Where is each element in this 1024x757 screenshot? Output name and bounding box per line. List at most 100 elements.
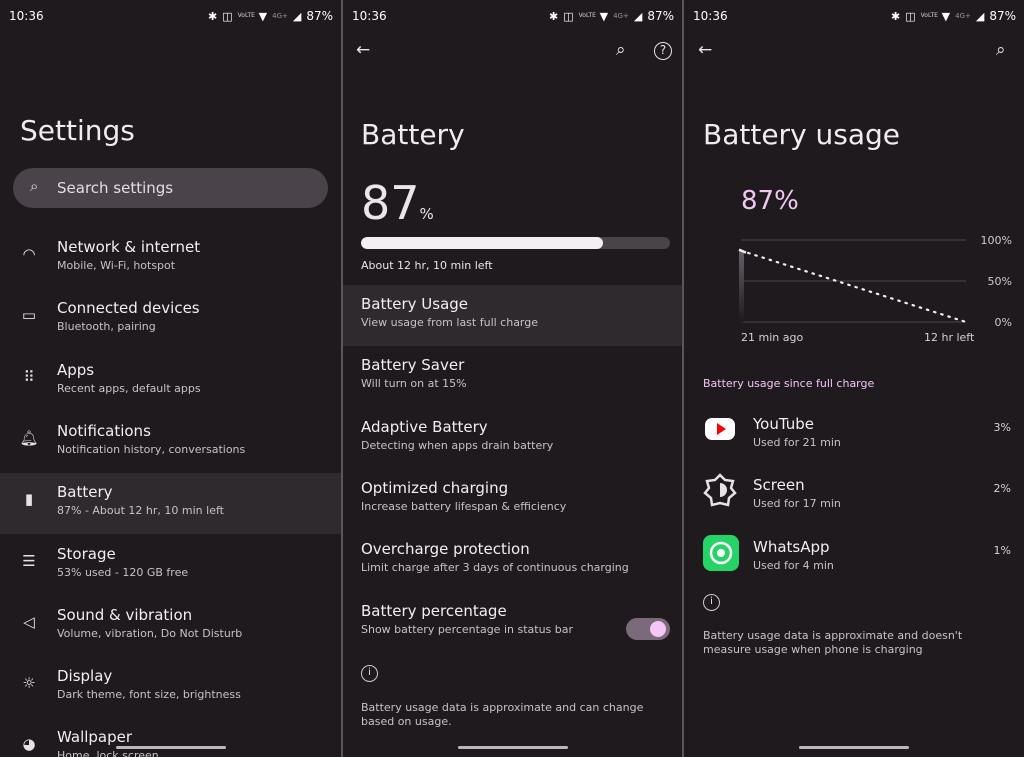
item-subtitle: Recent apps, default apps <box>57 381 201 395</box>
page-title: Battery usage <box>703 118 901 151</box>
toggle-thumb <box>650 620 666 637</box>
battery-option-battery-saver[interactable]: Battery Saver Will turn on at 15% <box>343 346 682 407</box>
gesture-bar[interactable] <box>799 746 909 749</box>
item-subtitle: Limit charge after 3 days of continuous … <box>361 561 629 575</box>
settings-screen: 10:36 ✱ ◫ VoLTE ▼ 4G+ ◢ 87% Settings ⌕ Search … <box>0 0 341 757</box>
status-icons: ✱ ◫ VoLTE ▼ 4G+ ◢ 87% <box>208 9 333 23</box>
settings-item-wallpaper[interactable]: ◕ Wallpaper Home, lock screen <box>0 718 341 757</box>
item-title: Display <box>57 667 113 686</box>
gesture-bar[interactable] <box>115 746 226 749</box>
settings-item-notifications[interactable]: 🔔︎ Notifications Notification history, c… <box>0 412 341 473</box>
item-title: Battery percentage <box>361 601 507 620</box>
app-name: WhatsApp <box>753 537 830 556</box>
volte-indicator: VoLTE <box>578 12 596 19</box>
item-title: Battery Saver <box>361 356 465 375</box>
settings-item-battery[interactable]: ▮ Battery 87% - About 12 hr, 10 min left <box>0 473 341 535</box>
item-subtitle: Home, lock screen <box>57 749 159 757</box>
app-usage-detail: Used for 17 min <box>753 497 841 511</box>
time-left: About 12 hr, 10 min left <box>361 259 493 272</box>
search-placeholder: Search settings <box>57 179 174 197</box>
item-title: Connected devices <box>57 299 200 318</box>
usage-bar <box>739 250 744 322</box>
item-title: Notifications <box>57 421 151 440</box>
gesture-bar[interactable] <box>457 746 568 749</box>
volte-indicator: VoLTE <box>237 12 255 19</box>
back-arrow-icon[interactable]: ← <box>356 40 370 60</box>
volte-indicator: VoLTE <box>920 12 938 19</box>
battery-percentage-toggle[interactable] <box>626 617 670 640</box>
page-title: Battery <box>361 118 465 151</box>
signal-icon: ◢ <box>292 9 302 23</box>
settings-item-storage[interactable]: ☰ Storage 53% used - 120 GB free <box>0 535 341 596</box>
item-title: Storage <box>57 544 116 563</box>
x-label-start: 21 min ago <box>741 331 804 344</box>
settings-item-sound-vibration[interactable]: ◁ Sound & vibration Volume, vibration, D… <box>0 596 341 657</box>
item-subtitle: Volume, vibration, Do Not Disturb <box>57 626 243 640</box>
app-usage-youtube[interactable]: YouTube Used for 21 min 3% <box>684 405 1024 466</box>
battery-option-battery-percentage[interactable]: Battery percentage Show battery percenta… <box>343 592 682 653</box>
settings-item-display[interactable]: ☼ Display Dark theme, font size, brightn… <box>0 657 341 718</box>
app-usage-whatsapp[interactable]: WhatsApp Used for 4 min 1% <box>684 528 1024 589</box>
signal-icon: ◢ <box>633 9 643 23</box>
info-icon: i <box>703 594 720 611</box>
item-subtitle: Dark theme, font size, brightness <box>57 688 241 702</box>
palette-icon: ◕ <box>22 735 36 754</box>
status-time: 10:36 <box>693 9 728 23</box>
status-icons: ✱ ◫ VoLTE ▼ 4G+ ◢ 87% <box>549 9 674 23</box>
item-subtitle: Mobile, Wi-Fi, hotspot <box>57 259 176 272</box>
item-subtitle: 87% - About 12 hr, 10 min left <box>57 504 224 518</box>
bluetooth-icon: ✱ <box>891 9 901 23</box>
vibrate-icon: ◫ <box>563 9 574 23</box>
status-time: 10:36 <box>9 9 44 23</box>
screen-brightness-icon <box>703 473 737 511</box>
x-label-end: 12 hr left <box>924 331 975 344</box>
bell-icon: 🔔︎ <box>19 428 39 447</box>
item-subtitle: Show battery percentage in status bar <box>361 622 574 636</box>
app-usage-screen[interactable]: Screen Used for 17 min 2% <box>684 466 1024 527</box>
youtube-icon <box>703 412 737 450</box>
vibrate-icon: ◫ <box>222 9 233 23</box>
battery-option-optimized-charging[interactable]: Optimized charging Increase battery life… <box>343 469 682 530</box>
battery-status: 87% <box>647 9 674 23</box>
battery-status: 87% <box>306 9 333 23</box>
battery-option-overcharge-protection[interactable]: Overcharge protection Limit charge after… <box>343 530 682 591</box>
page-title: Settings <box>20 114 135 147</box>
app-name: Screen <box>753 476 805 495</box>
settings-item-connected-devices[interactable]: ▭ Connected devices Bluetooth, pairing <box>0 289 341 350</box>
y-tick-label: 100% <box>981 234 1012 247</box>
signal-icon: ◢ <box>975 9 985 23</box>
wifi-status-icon: ▼ <box>599 9 609 23</box>
item-subtitle: View usage from last full charge <box>361 316 539 329</box>
wifi-status-icon: ▼ <box>258 9 268 23</box>
y-tick-label: 0% <box>995 316 1012 329</box>
item-title: Overcharge protection <box>361 540 530 559</box>
battery-option-battery-usage[interactable]: Battery Usage View usage from last full … <box>343 285 682 346</box>
status-time: 10:36 <box>352 9 387 23</box>
battery-usage-screen: 10:36 ✱ ◫ VoLTE ▼ 4G+ ◢ 87% ← ⌕ Battery usage … <box>684 0 1024 757</box>
y-tick-label: 50% <box>988 275 1012 288</box>
usage-footer-note: Battery usage data is approximate and do… <box>703 629 963 656</box>
item-subtitle: Notification history, conversations <box>57 442 246 456</box>
back-arrow-icon[interactable]: ← <box>698 40 712 60</box>
apps-grid-icon: ⠿ <box>23 367 35 386</box>
item-subtitle: 53% used - 120 GB free <box>57 565 189 579</box>
section-header: Battery usage since full charge <box>703 377 875 390</box>
battery-option-adaptive-battery[interactable]: Adaptive Battery Detecting when apps dra… <box>343 408 682 469</box>
whatsapp-icon <box>703 534 739 575</box>
wifi-status-icon: ▼ <box>941 9 951 23</box>
network-type: 4G+ <box>613 12 629 20</box>
app-usage-percent: 1% <box>993 543 1011 557</box>
storage-icon: ☰ <box>22 551 36 570</box>
battery-status: 87% <box>989 9 1016 23</box>
vibrate-icon: ◫ <box>905 9 916 23</box>
item-title: Battery <box>57 483 113 502</box>
search-icon[interactable]: ⌕ <box>996 40 1006 60</box>
app-usage-percent: 2% <box>993 482 1011 496</box>
battery-screen: 10:36 ✱ ◫ VoLTE ▼ 4G+ ◢ 87% ← ⌕ ? Battery 87% … <box>343 0 682 757</box>
search-input[interactable]: ⌕ Search settings <box>13 168 328 208</box>
settings-item-apps[interactable]: ⠿ Apps Recent apps, default apps <box>0 351 341 412</box>
item-subtitle: Detecting when apps drain battery <box>361 438 554 452</box>
search-icon[interactable]: ⌕ <box>616 40 626 60</box>
help-icon[interactable]: ? <box>654 42 672 60</box>
settings-item-network-internet[interactable]: ◠ Network & internet Mobile, Wi-Fi, hots… <box>0 228 341 289</box>
